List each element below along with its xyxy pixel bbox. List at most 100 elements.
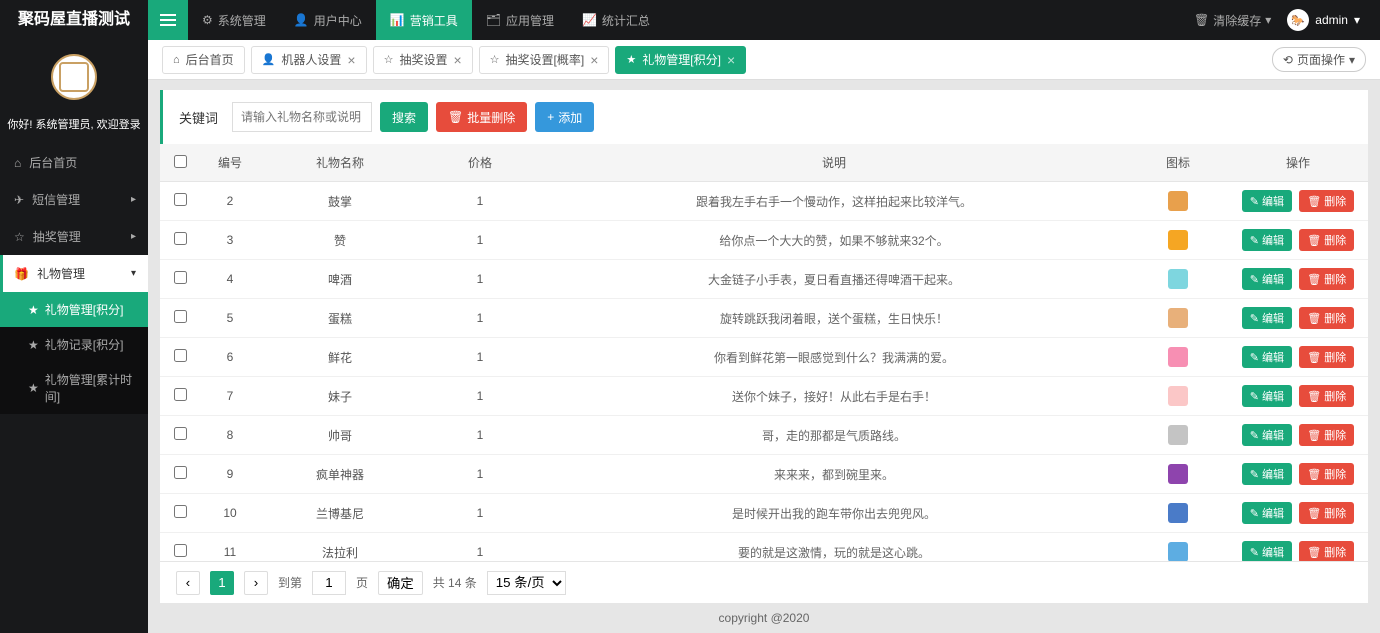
cell-name: 赞: [260, 221, 420, 260]
pager-confirm-button[interactable]: 确定: [378, 571, 423, 595]
delete-button[interactable]: 🗑 删除: [1299, 385, 1354, 407]
sidebar-item-3[interactable]: 🎁礼物管理: [0, 255, 148, 292]
search-button[interactable]: 搜索: [380, 102, 428, 132]
row-checkbox[interactable]: [174, 349, 187, 362]
tab-3[interactable]: ☆抽奖设置[概率]×: [479, 46, 610, 74]
refresh-icon: ⟲: [1283, 53, 1293, 67]
edit-button[interactable]: ✎ 编辑: [1242, 541, 1292, 561]
tab-4[interactable]: ★礼物管理[积分]×: [615, 46, 746, 74]
topnav-item-0[interactable]: ⚙系统管理: [188, 0, 280, 40]
row-checkbox[interactable]: [174, 505, 187, 518]
star-icon: ★: [28, 381, 39, 395]
cell-desc: 旋转跳跃我闭着眼，送个蛋糕，生日快乐！: [540, 299, 1128, 338]
page-operations-menu[interactable]: ⟲ 页面操作 ▾: [1272, 47, 1366, 72]
table-row: 2 鼓掌 1 跟着我左手右手一个慢动作，这样拍起来比较洋气。 ✎ 编辑 🗑 删除: [160, 182, 1368, 221]
tab-0[interactable]: ⌂后台首页: [162, 46, 245, 74]
tab-2[interactable]: ☆抽奖设置×: [373, 46, 473, 74]
pager-prev-button[interactable]: ‹: [176, 571, 200, 595]
cell-name: 兰博基尼: [260, 494, 420, 533]
row-checkbox[interactable]: [174, 271, 187, 284]
cell-desc: 大金链子小手表，夏日看直播还得啤酒干起来。: [540, 260, 1128, 299]
sidebar-icon: 🎁: [14, 267, 29, 281]
edit-button[interactable]: ✎ 编辑: [1242, 307, 1292, 329]
close-icon[interactable]: ×: [727, 53, 735, 67]
plus-icon: +: [547, 110, 554, 124]
pencil-icon: ✎: [1250, 195, 1259, 208]
pencil-icon: ✎: [1250, 312, 1259, 325]
cell-price: 1: [420, 299, 540, 338]
tab-icon: ☆: [490, 53, 500, 66]
delete-button[interactable]: 🗑 删除: [1299, 346, 1354, 368]
sidebar-item-1[interactable]: ✈短信管理: [0, 181, 148, 218]
row-checkbox[interactable]: [174, 466, 187, 479]
pager-next-button[interactable]: ›: [244, 571, 268, 595]
select-all-checkbox[interactable]: [174, 155, 187, 168]
tab-icon: ★: [626, 53, 636, 66]
cell-price: 1: [420, 494, 540, 533]
close-icon[interactable]: ×: [347, 53, 355, 67]
edit-button[interactable]: ✎ 编辑: [1242, 502, 1292, 524]
trash-icon: 🗑: [1307, 234, 1321, 247]
sidebar-item-2[interactable]: ☆抽奖管理: [0, 218, 148, 255]
sidebar-toggle-button[interactable]: [148, 0, 188, 40]
tab-1[interactable]: 👤机器人设置×: [251, 46, 367, 74]
delete-button[interactable]: 🗑 删除: [1299, 268, 1354, 290]
gift-icon: [1168, 542, 1188, 561]
cell-price: 1: [420, 416, 540, 455]
row-checkbox[interactable]: [174, 388, 187, 401]
cell-price: 1: [420, 455, 540, 494]
topnav-item-3[interactable]: 🗂应用管理: [472, 0, 568, 40]
edit-button[interactable]: ✎ 编辑: [1242, 385, 1292, 407]
delete-button[interactable]: 🗑 删除: [1299, 502, 1354, 524]
delete-button[interactable]: 🗑 删除: [1299, 190, 1354, 212]
row-checkbox[interactable]: [174, 544, 187, 557]
close-icon[interactable]: ×: [453, 53, 461, 67]
edit-button[interactable]: ✎ 编辑: [1242, 424, 1292, 446]
pager-goto-input[interactable]: [312, 571, 346, 595]
delete-button[interactable]: 🗑 删除: [1299, 463, 1354, 485]
trash-icon: 🗑: [1194, 13, 1209, 27]
sidebar-subitem-3-0[interactable]: ★礼物管理[积分]: [0, 292, 148, 327]
topnav-item-4[interactable]: 📈统计汇总: [568, 0, 664, 40]
edit-button[interactable]: ✎ 编辑: [1242, 229, 1292, 251]
pager-per-page-select[interactable]: 15 条/页: [487, 571, 566, 595]
trash-icon: 🗑: [1307, 351, 1321, 364]
cell-name: 疯单神器: [260, 455, 420, 494]
user-menu[interactable]: 🐎 admin ▾: [1287, 9, 1360, 31]
col-header-1: 编号: [200, 144, 260, 182]
pencil-icon: ✎: [1250, 429, 1259, 442]
pager-page-1[interactable]: 1: [210, 571, 234, 595]
edit-button[interactable]: ✎ 编辑: [1242, 268, 1292, 290]
col-header-0: [160, 144, 200, 182]
edit-button[interactable]: ✎ 编辑: [1242, 463, 1292, 485]
topnav-item-2[interactable]: 📊营销工具: [376, 0, 472, 40]
table-row: 5 蛋糕 1 旋转跳跃我闭着眼，送个蛋糕，生日快乐！ ✎ 编辑 🗑 删除: [160, 299, 1368, 338]
table-row: 10 兰博基尼 1 是时候开出我的跑车带你出去兜兜风。 ✎ 编辑 🗑 删除: [160, 494, 1368, 533]
delete-button[interactable]: 🗑 删除: [1299, 307, 1354, 329]
topnav-item-1[interactable]: 👤用户中心: [280, 0, 376, 40]
delete-button[interactable]: 🗑 删除: [1299, 541, 1354, 561]
delete-button[interactable]: 🗑 删除: [1299, 229, 1354, 251]
sidebar-subitem-3-2[interactable]: ★礼物管理[累计时间]: [0, 362, 148, 414]
edit-button[interactable]: ✎ 编辑: [1242, 190, 1292, 212]
cell-price: 1: [420, 533, 540, 562]
edit-button[interactable]: ✎ 编辑: [1242, 346, 1292, 368]
search-input[interactable]: [232, 102, 372, 132]
cell-desc: 给你点一个大大的赞，如果不够就来32个。: [540, 221, 1128, 260]
pager-page-label: 页: [356, 574, 368, 591]
batch-delete-button[interactable]: 🗑 批量删除: [436, 102, 527, 132]
add-button[interactable]: + 添加: [535, 102, 594, 132]
cell-name: 妹子: [260, 377, 420, 416]
delete-button[interactable]: 🗑 删除: [1299, 424, 1354, 446]
avatar: 🐎: [1287, 9, 1309, 31]
row-checkbox[interactable]: [174, 193, 187, 206]
row-checkbox[interactable]: [174, 310, 187, 323]
cell-id: 8: [200, 416, 260, 455]
sidebar-subitem-3-1[interactable]: ★礼物记录[积分]: [0, 327, 148, 362]
sidebar-item-0[interactable]: ⌂后台首页: [0, 144, 148, 181]
row-checkbox[interactable]: [174, 427, 187, 440]
trash-icon: 🗑: [1307, 195, 1321, 208]
clear-cache-button[interactable]: 🗑 清除缓存 ▾: [1194, 12, 1271, 29]
row-checkbox[interactable]: [174, 232, 187, 245]
close-icon[interactable]: ×: [590, 53, 598, 67]
